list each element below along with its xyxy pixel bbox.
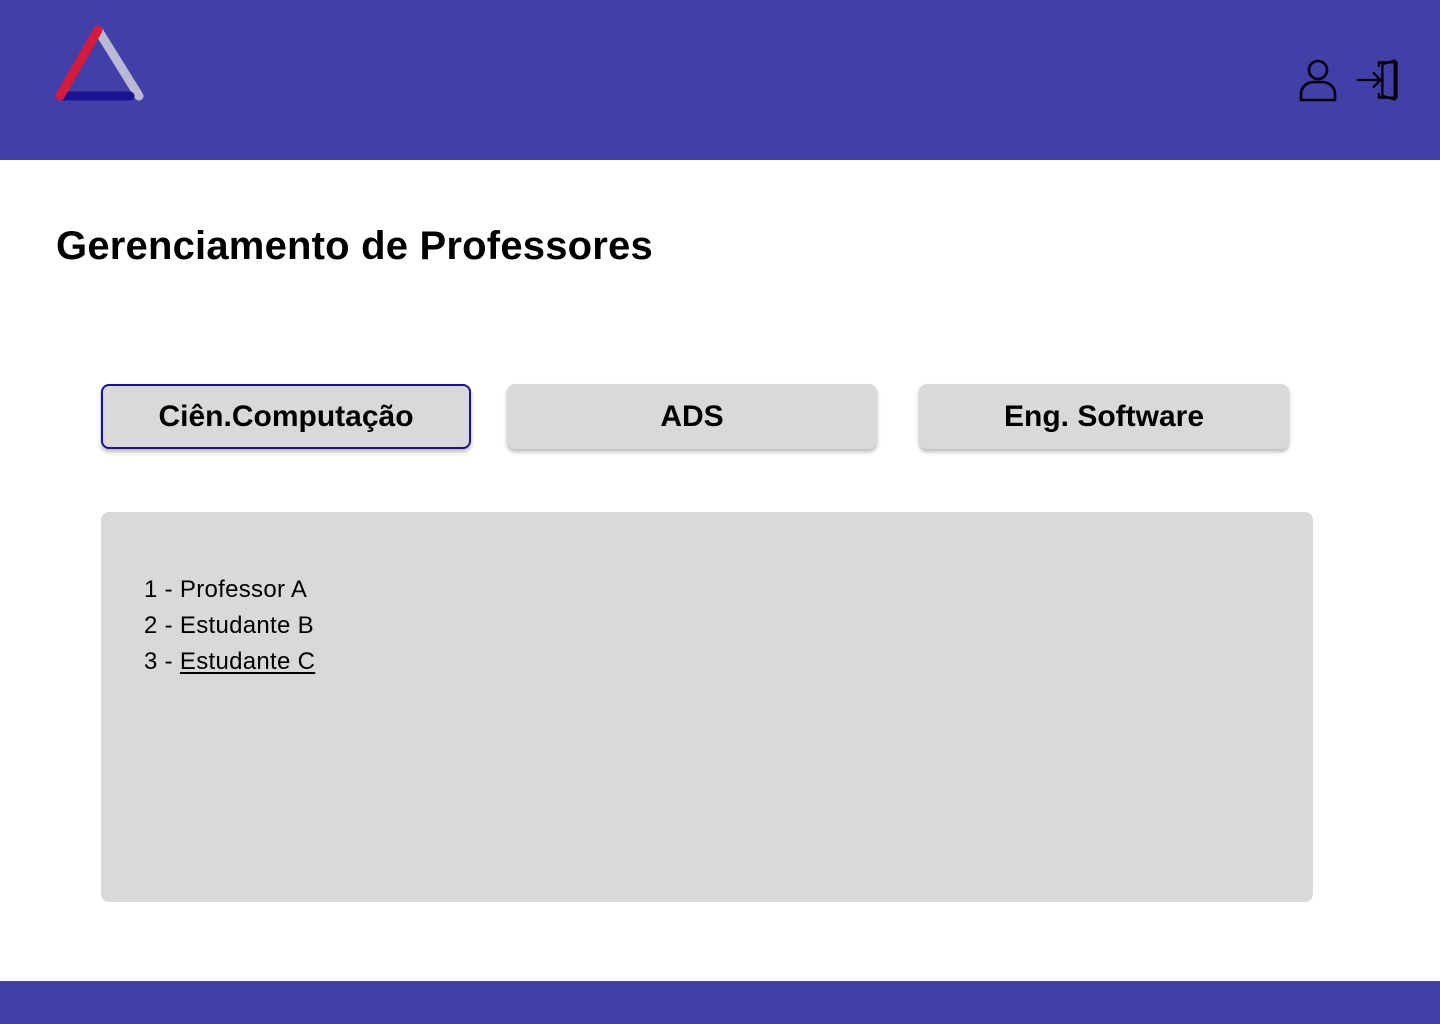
list-item-name-link[interactable]: Estudante C: [180, 648, 315, 675]
page-title: Gerenciamento de Professores: [56, 224, 653, 268]
user-icon[interactable]: [1296, 52, 1340, 108]
list-item-number: 3: [144, 648, 158, 675]
list-item-number: 1: [144, 576, 158, 603]
footer-bar: [0, 981, 1440, 1024]
list-item-separator: -: [157, 612, 180, 639]
logout-door-icon[interactable]: [1356, 52, 1400, 108]
tab-ads[interactable]: ADS: [507, 384, 877, 449]
professor-list: 1 - Professor A 2 - Estudante B 3 - Estu…: [144, 572, 315, 680]
list-item-number: 2: [144, 612, 158, 639]
professor-list-panel: 1 - Professor A 2 - Estudante B 3 - Estu…: [101, 512, 1313, 902]
list-item-separator: -: [157, 648, 180, 675]
header-actions: [1296, 52, 1400, 108]
tab-ciencia-computacao[interactable]: Ciên.Computação: [101, 384, 471, 449]
tab-eng-software[interactable]: Eng. Software: [919, 384, 1289, 449]
list-item-separator: -: [157, 576, 180, 603]
course-tabs: Ciên.Computação ADS Eng. Software: [101, 384, 1301, 450]
list-item-name: Estudante B: [179, 612, 314, 639]
list-item-name: Professor A: [179, 576, 308, 603]
list-item: 3 - Estudante C: [144, 644, 315, 680]
page: Gerenciamento de Professores Ciên.Comput…: [0, 0, 1440, 1024]
triangle-logo-icon[interactable]: [50, 22, 150, 106]
top-header: [0, 0, 1440, 160]
list-item: 2 - Estudante B: [144, 608, 315, 644]
list-item: 1 - Professor A: [144, 572, 315, 608]
